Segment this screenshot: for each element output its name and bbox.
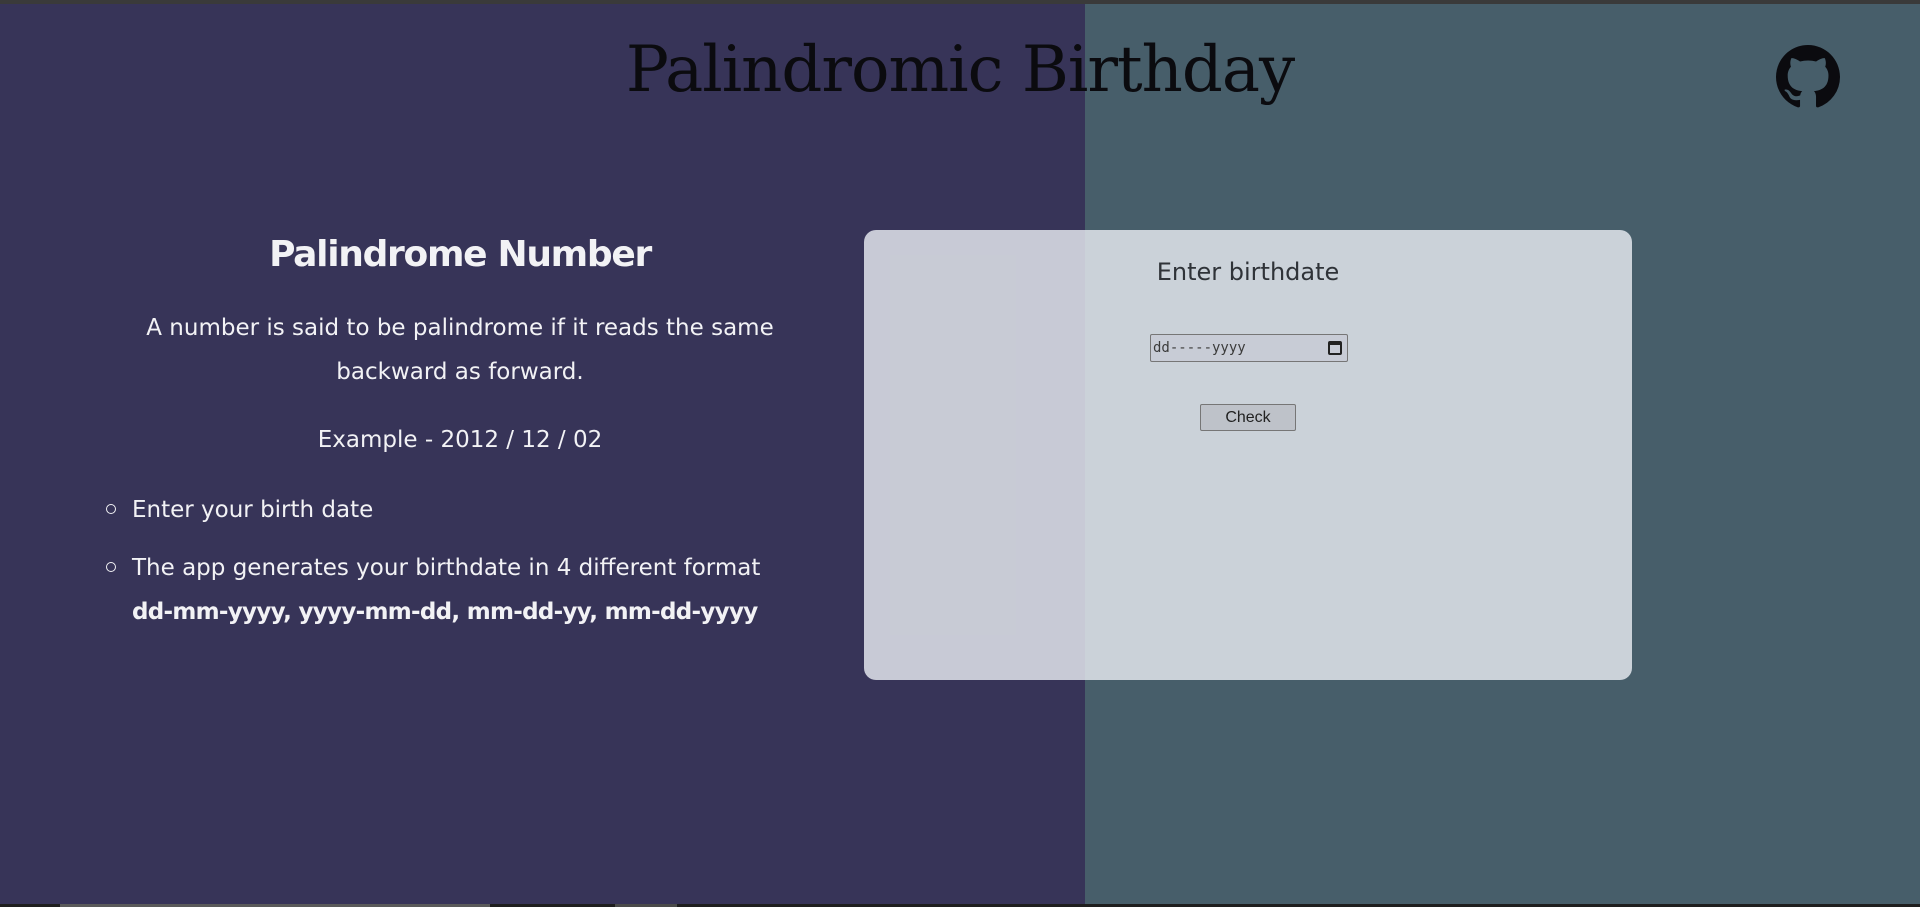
calendar-icon[interactable] bbox=[1328, 341, 1342, 355]
date-placeholder: dd-----yyyy bbox=[1153, 340, 1246, 356]
date-formats: dd-mm-yyyy, yyyy-mm-dd, mm-dd-yy, mm-dd-… bbox=[132, 599, 758, 625]
check-button[interactable]: Check bbox=[1200, 404, 1296, 431]
github-link[interactable] bbox=[1776, 45, 1840, 109]
info-description: A number is said to be palindrome if it … bbox=[146, 315, 774, 385]
birthdate-label: Enter birthdate bbox=[1156, 258, 1340, 286]
list-item: Enter your birth date bbox=[106, 488, 830, 532]
birthdate-form-card: Enter birthdate dd-----yyyy Check bbox=[864, 230, 1632, 680]
step-text: The app generates your birthdate in 4 di… bbox=[132, 555, 761, 581]
github-icon bbox=[1776, 45, 1840, 108]
info-example: Example - 2012 / 12 / 02 bbox=[317, 427, 603, 453]
circle-bullet-icon bbox=[106, 504, 116, 514]
step-text: Enter your birth date bbox=[132, 497, 374, 523]
info-panel: Palindrome Number A number is said to be… bbox=[90, 222, 830, 648]
info-heading: Palindrome Number bbox=[269, 234, 652, 275]
list-item: The app generates your birthdate in 4 di… bbox=[106, 546, 830, 634]
circle-bullet-icon bbox=[106, 562, 116, 572]
page-title: Palindromic Birthday bbox=[625, 33, 1295, 107]
steps-list: Enter your birth date The app generates … bbox=[90, 488, 830, 634]
birthdate-input[interactable]: dd-----yyyy bbox=[1150, 334, 1348, 362]
